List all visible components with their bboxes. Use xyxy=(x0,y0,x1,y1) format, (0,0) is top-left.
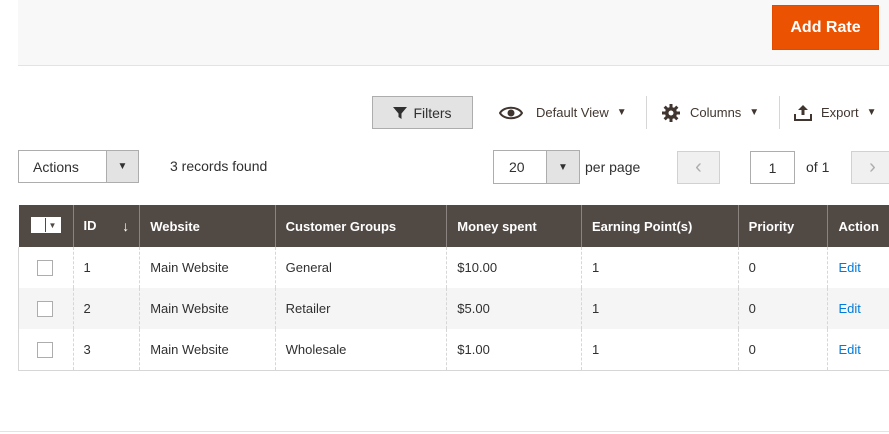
cell-customer-group: General xyxy=(274,247,447,288)
grid-toolbar: Filters Default View ▼ Columns ▼ Export … xyxy=(0,96,889,130)
cell-id: 2 xyxy=(72,288,140,329)
chevron-down-icon: ▼ xyxy=(866,107,877,118)
cell-earning-points: 1 xyxy=(580,288,739,329)
select-all-checkbox[interactable] xyxy=(31,218,46,232)
cell-earning-points: 1 xyxy=(580,329,739,371)
chevron-down-icon: ▼ xyxy=(616,107,627,118)
default-view-dropdown[interactable]: Default View ▼ xyxy=(499,96,627,129)
sort-arrow-icon: ↓ xyxy=(122,218,130,234)
cell-money-spent: $10.00 xyxy=(446,247,582,288)
records-found-count: 3 records found xyxy=(170,158,268,174)
table-row: 3 Main Website Wholesale $1.00 1 0 Edit xyxy=(18,329,889,371)
per-page-label: per page xyxy=(585,159,641,175)
per-page-select[interactable]: 20 ▼ xyxy=(493,150,580,184)
footer-divider xyxy=(0,431,889,432)
row-select-cell xyxy=(18,288,73,329)
mass-select-control[interactable]: ▼ xyxy=(30,217,61,233)
column-header-website[interactable]: Website xyxy=(139,205,276,247)
next-page-button[interactable]: › xyxy=(851,151,889,184)
actions-label: Actions xyxy=(33,158,79,175)
row-checkbox[interactable] xyxy=(37,300,53,317)
previous-page-button[interactable]: ‹ xyxy=(677,151,720,184)
row-select-cell xyxy=(18,247,73,288)
table-row: 1 Main Website General $10.00 1 0 Edit xyxy=(18,247,889,288)
gear-icon xyxy=(662,103,680,122)
edit-link[interactable]: Edit xyxy=(838,260,860,275)
chevron-down-icon: ▼ xyxy=(106,151,138,182)
export-dropdown[interactable]: Export ▼ xyxy=(794,96,876,129)
cell-action: Edit xyxy=(827,247,889,288)
columns-label: Columns xyxy=(690,105,742,120)
rates-grid: ▼ ID ↓ Website Customer Groups Money spe… xyxy=(18,205,889,371)
per-page-value: 20 xyxy=(509,159,525,175)
cell-money-spent: $5.00 xyxy=(446,288,582,329)
row-select-cell xyxy=(18,329,73,371)
column-header-priority[interactable]: Priority xyxy=(737,205,828,247)
cell-website: Main Website xyxy=(139,288,276,329)
column-header-customer-groups[interactable]: Customer Groups xyxy=(274,205,447,247)
cell-id: 3 xyxy=(72,329,140,371)
cell-earning-points: 1 xyxy=(580,247,739,288)
column-header-money-spent[interactable]: Money spent xyxy=(446,205,582,247)
cell-website: Main Website xyxy=(139,247,276,288)
export-label: Export xyxy=(821,105,859,120)
default-view-label: Default View xyxy=(536,105,609,120)
chevron-down-icon: ▼ xyxy=(45,218,60,232)
toolbar-divider xyxy=(779,96,780,129)
columns-dropdown[interactable]: Columns ▼ xyxy=(662,96,759,129)
mass-actions-select[interactable]: Actions ▼ xyxy=(18,150,139,183)
upload-icon xyxy=(794,104,812,121)
chevron-down-icon: ▼ xyxy=(546,151,579,183)
current-page-input[interactable] xyxy=(750,151,795,184)
edit-link[interactable]: Edit xyxy=(838,301,860,316)
edit-link[interactable]: Edit xyxy=(838,342,860,357)
cell-customer-group: Retailer xyxy=(274,288,447,329)
column-header-action: Action xyxy=(827,205,889,247)
funnel-icon xyxy=(393,106,408,119)
page-actions-bar: Add Rate xyxy=(18,0,889,66)
grid-header-row: ▼ ID ↓ Website Customer Groups Money spe… xyxy=(18,205,889,247)
total-pages-label: of 1 xyxy=(806,159,830,175)
cell-action: Edit xyxy=(827,329,889,371)
filters-button[interactable]: Filters xyxy=(372,96,473,129)
cell-priority: 0 xyxy=(737,329,828,371)
column-header-label: ID xyxy=(83,218,97,233)
table-row: 2 Main Website Retailer $5.00 1 0 Edit xyxy=(18,288,889,329)
cell-priority: 0 xyxy=(737,288,828,329)
cell-customer-group: Wholesale xyxy=(274,329,447,371)
cell-money-spent: $1.00 xyxy=(446,329,582,371)
cell-id: 1 xyxy=(72,247,140,288)
toolbar-divider xyxy=(646,96,647,129)
chevron-left-icon: ‹ xyxy=(695,156,702,178)
cell-website: Main Website xyxy=(139,329,276,371)
filters-label: Filters xyxy=(413,104,452,121)
add-rate-button[interactable]: Add Rate xyxy=(772,5,879,50)
cell-priority: 0 xyxy=(737,247,828,288)
mass-select-header[interactable]: ▼ xyxy=(18,205,73,247)
column-header-id[interactable]: ID ↓ xyxy=(72,205,140,247)
chevron-down-icon: ▼ xyxy=(749,107,760,118)
row-checkbox[interactable] xyxy=(37,259,53,276)
row-checkbox[interactable] xyxy=(37,341,53,358)
chevron-right-icon: › xyxy=(869,156,876,178)
eye-icon xyxy=(499,106,523,119)
column-header-earning-points[interactable]: Earning Point(s) xyxy=(580,205,739,247)
cell-action: Edit xyxy=(827,288,889,329)
